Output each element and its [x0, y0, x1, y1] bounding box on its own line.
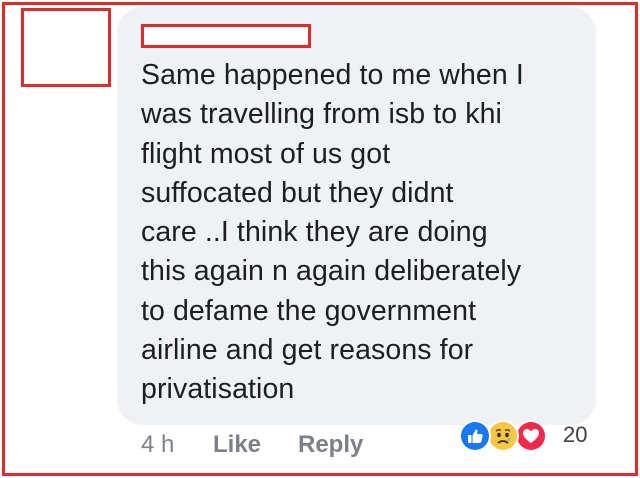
like-reaction-icon	[459, 420, 491, 452]
comment-body: Same happened to me when I was travellin…	[141, 56, 591, 410]
reaction-summary[interactable]: 20	[459, 420, 609, 452]
timestamp[interactable]: 4 h	[141, 430, 174, 460]
comment-line: flight most of us got	[141, 137, 391, 170]
sad-reaction-icon	[487, 420, 519, 452]
like-button[interactable]: Like	[213, 430, 261, 460]
comment-line: care ..I think they are doing	[141, 216, 488, 249]
comment-line: to defame the government	[141, 294, 477, 327]
comment-line: was travelling from isb to khi	[141, 98, 502, 131]
comment-line: privatisation	[141, 373, 295, 406]
comment-line: Same happened to me when I	[141, 59, 524, 91]
reaction-count: 20	[563, 422, 588, 447]
reply-button[interactable]: Reply	[298, 430, 363, 460]
commenter-name[interactable]	[141, 24, 311, 48]
love-reaction-icon	[515, 420, 547, 452]
comment-line: airline and get reasons for	[141, 334, 474, 367]
avatar[interactable]	[21, 8, 111, 87]
comment-line: this again n again deliberately	[141, 255, 522, 288]
comment-line: suffocated but they didnt	[141, 176, 454, 209]
